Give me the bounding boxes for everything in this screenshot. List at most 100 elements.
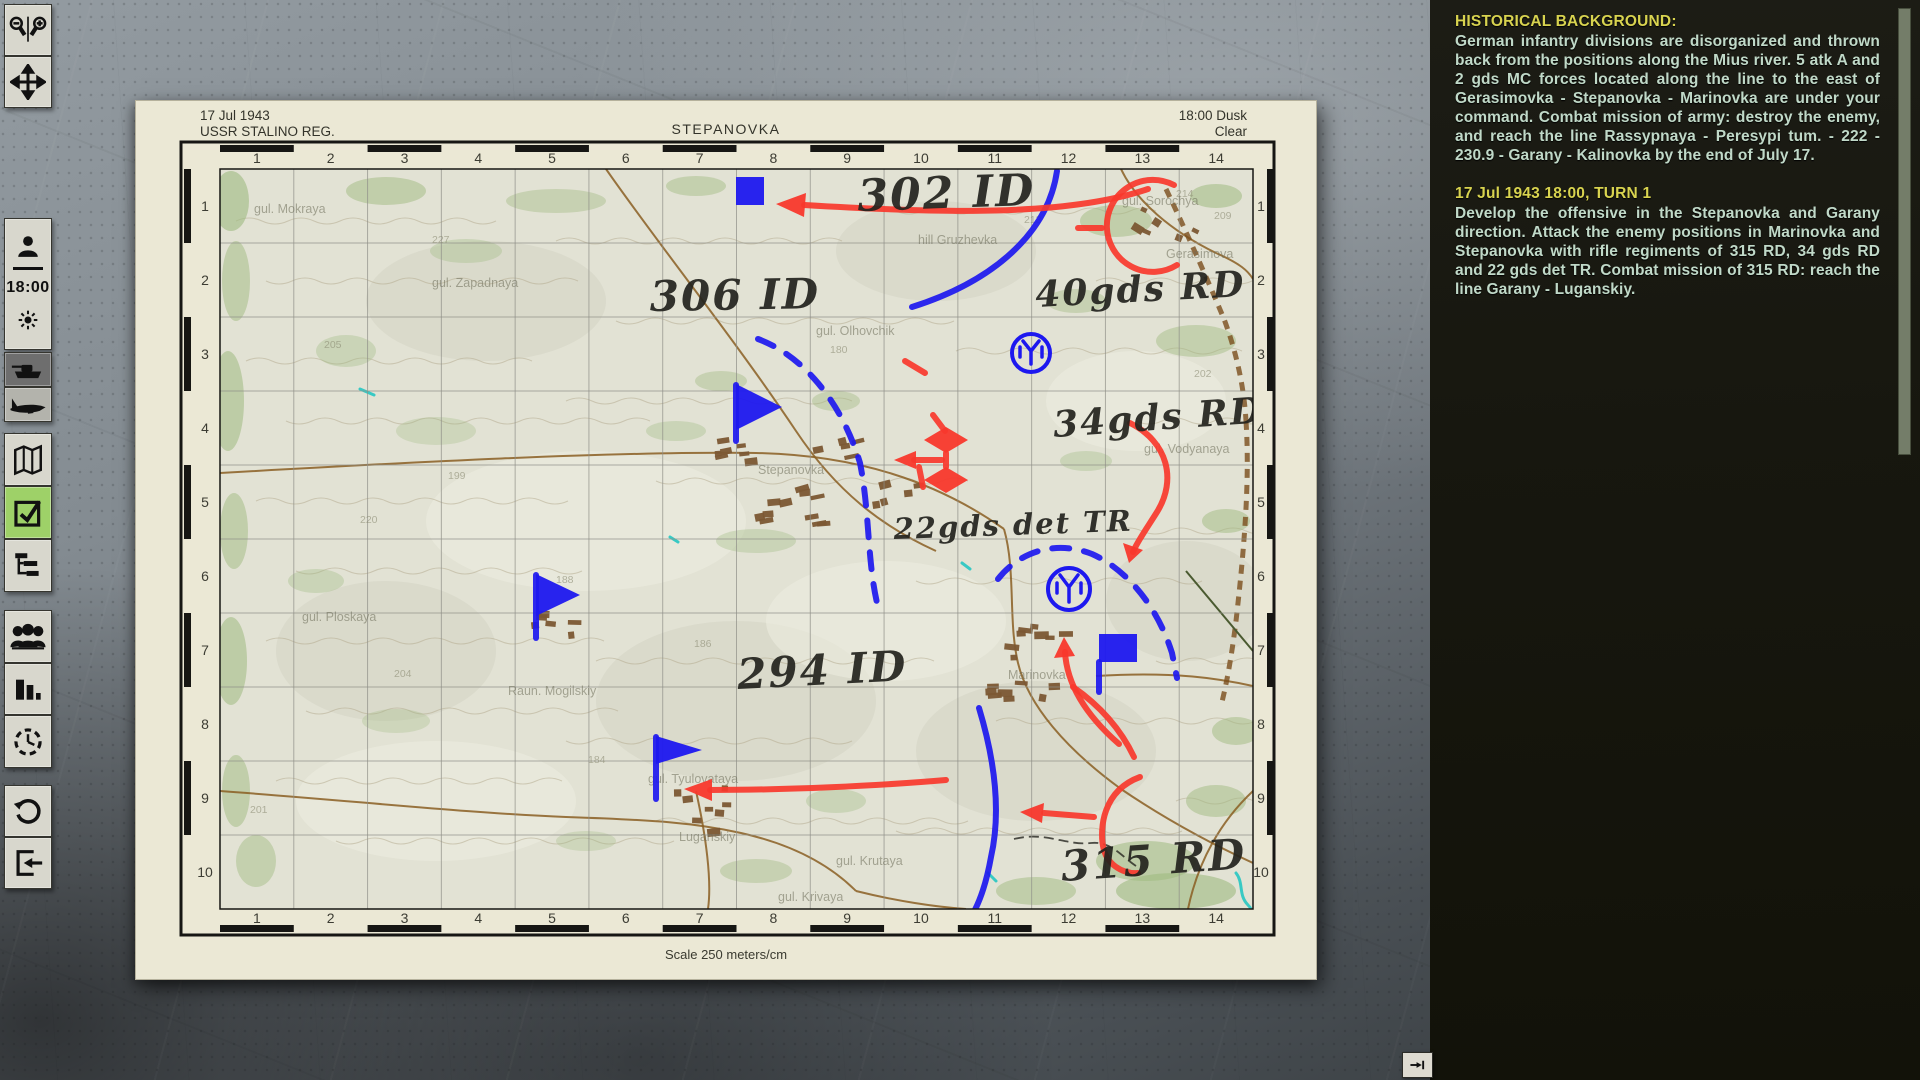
exit-button[interactable] — [4, 837, 52, 889]
elevation-label: 199 — [448, 470, 466, 482]
grid-number-left: 4 — [201, 420, 209, 436]
hill-shade — [916, 681, 1156, 821]
grid-number-left: 7 — [201, 642, 209, 658]
town-block — [1059, 631, 1073, 637]
grid-number-bottom: 9 — [843, 910, 851, 926]
place-label: gul. Krivaya — [778, 890, 843, 904]
place-label: gul. Tyulovataya — [648, 772, 738, 786]
frame-stripe — [810, 925, 884, 932]
town-block — [799, 489, 811, 497]
town-block — [705, 807, 713, 812]
grid-number-right: 7 — [1257, 642, 1265, 658]
elevation-label: 180 — [830, 344, 848, 356]
paper-map-sheet: 17 Jul 1943 USSR STALINO REG. STEPANOVKA… — [135, 100, 1317, 980]
grid-number-top: 12 — [1061, 150, 1077, 166]
grid-number-bottom: 3 — [401, 910, 409, 926]
frame-stripe — [184, 613, 191, 687]
place-label: gul. Olhovchik — [816, 324, 895, 338]
grid-number-top: 9 — [843, 150, 851, 166]
people-icon — [9, 622, 47, 652]
vegetation-patch — [362, 709, 430, 733]
commander-icon — [15, 234, 41, 258]
frame-stripe — [1267, 317, 1274, 391]
zoom-button[interactable] — [4, 4, 52, 56]
map-view-button[interactable] — [4, 433, 52, 486]
town-block — [1010, 655, 1017, 661]
town-block — [568, 620, 582, 625]
ground-units-button[interactable] — [4, 352, 52, 387]
place-label: Stepanovka — [758, 463, 824, 477]
grid-number-top: 5 — [548, 150, 556, 166]
air-units-button[interactable] — [4, 387, 52, 422]
grid-number-left: 3 — [201, 346, 209, 362]
briefing-scrollbar[interactable] — [1898, 8, 1911, 455]
elevation-label: 209 — [1214, 210, 1232, 222]
grid-number-bottom: 7 — [696, 910, 704, 926]
grid-number-bottom: 1 — [253, 910, 261, 926]
grid-number-bottom: 8 — [769, 910, 777, 926]
vegetation-patch — [666, 176, 726, 196]
grid-number-bottom: 11 — [987, 910, 1002, 926]
grid-number-left: 6 — [201, 568, 209, 584]
airplane-icon — [9, 394, 47, 416]
grid-number-top: 2 — [327, 150, 335, 166]
restart-button[interactable] — [4, 785, 52, 837]
org-structure-button[interactable] — [4, 539, 52, 592]
pan-button[interactable] — [4, 56, 52, 108]
operational-map[interactable]: 2272051992202041881861842012132142092021… — [136, 101, 1318, 981]
town-block — [997, 689, 1012, 696]
grid-number-bottom: 6 — [622, 910, 630, 926]
town-block — [767, 498, 781, 506]
grid-number-top: 10 — [913, 150, 929, 166]
timer-button[interactable] — [4, 715, 52, 768]
town-block — [715, 809, 725, 817]
grid-number-top: 6 — [622, 150, 630, 166]
town-block — [682, 795, 693, 803]
town-block — [545, 620, 556, 627]
grid-number-bottom: 14 — [1208, 910, 1224, 926]
elevation-label: 227 — [432, 234, 450, 246]
town-block — [1016, 630, 1025, 636]
elevation-label: 220 — [360, 514, 378, 526]
grid-number-left: 1 — [201, 198, 209, 214]
end-turn-button[interactable] — [1402, 1052, 1433, 1078]
grid-number-top: 13 — [1135, 150, 1151, 166]
frame-stripe — [184, 465, 191, 539]
personnel-button[interactable] — [4, 610, 52, 663]
town-block — [692, 817, 702, 823]
town-block — [568, 631, 575, 639]
vegetation-patch — [806, 789, 866, 813]
place-label: gul. Zapadnaya — [432, 276, 518, 290]
grid-number-top: 1 — [253, 150, 261, 166]
grid-number-bottom: 5 — [548, 910, 556, 926]
briefing-tasks-button[interactable] — [4, 486, 52, 539]
vegetation-patch — [1060, 451, 1112, 471]
grid-number-bottom: 4 — [474, 910, 482, 926]
town-block — [872, 501, 880, 509]
town-block — [1003, 696, 1014, 702]
grid-number-right: 8 — [1257, 716, 1265, 732]
vegetation-patch — [1156, 325, 1236, 357]
map-content: 2272051992202041881861842012132142092021… — [212, 165, 1318, 926]
grid-number-bottom: 12 — [1061, 910, 1077, 926]
grid-number-top: 8 — [769, 150, 777, 166]
statistics-button[interactable] — [4, 663, 52, 715]
place-label: Marinovka — [1008, 668, 1066, 682]
elevation-label: 202 — [1194, 368, 1212, 380]
grid-number-right: 1 — [1257, 198, 1265, 214]
grid-number-left: 8 — [201, 716, 209, 732]
background-text: German infantry divisions are disorganiz… — [1455, 32, 1880, 165]
vegetation-patch — [556, 831, 616, 851]
dusk-sun-icon — [14, 306, 42, 334]
map-scale-note: Scale 250 meters/cm — [136, 947, 1316, 962]
place-label: Raun. Mogilskiy — [508, 684, 597, 698]
frame-stripe — [184, 169, 191, 243]
clock-icon — [11, 725, 45, 759]
frame-stripe — [1105, 925, 1179, 932]
elevation-label: 184 — [588, 754, 606, 766]
frame-stripe — [1267, 465, 1274, 539]
game-time: 18:00 — [6, 279, 49, 297]
grid-number-left: 2 — [201, 272, 209, 288]
zoom-in-out-icon — [8, 13, 48, 47]
vegetation-patch — [213, 171, 249, 231]
